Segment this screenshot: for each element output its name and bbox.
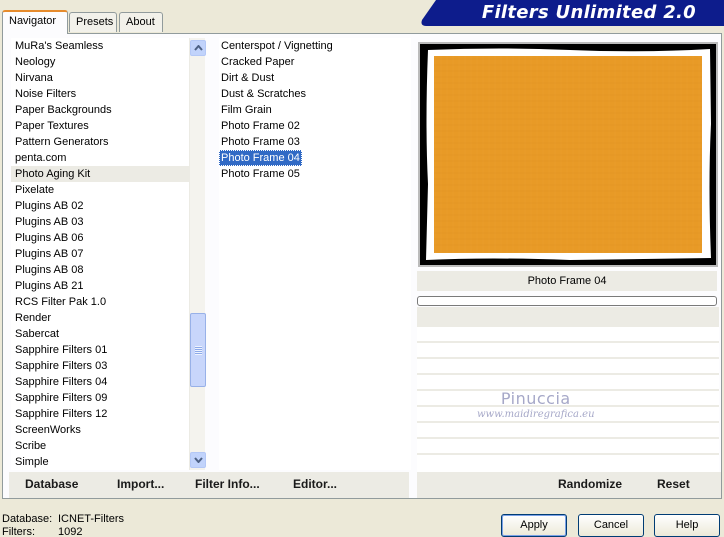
category-item[interactable]: Paper Textures [11,118,189,134]
category-item[interactable]: Render [11,310,189,326]
filter-item-label: Dust & Scratches [221,88,306,100]
filter-item[interactable]: Photo Frame 02 [219,118,411,134]
tab-presets[interactable]: Presets [69,12,117,32]
filters-count: 1092 [58,526,83,537]
category-scrollbar[interactable] [189,38,206,470]
category-item[interactable]: Sapphire Filters 12 [11,406,189,422]
category-item[interactable]: Plugins AB 21 [11,278,189,294]
apply-button[interactable]: Apply [501,514,567,537]
filter-item-label: Photo Frame 02 [221,120,300,132]
status-info: Database: ICNET-Filters Filters: 1092 [2,513,124,537]
category-item[interactable]: Plugins AB 03 [11,214,189,230]
param-row [417,359,719,375]
reset-button[interactable]: Reset [657,477,690,491]
progress-bar [417,296,717,306]
filter-item[interactable]: Centerspot / Vignetting [219,38,411,54]
header: Navigator Presets About Filters Unlimite… [0,0,724,34]
category-item[interactable]: Pattern Generators [11,134,189,150]
filter-item-label: Cracked Paper [221,56,295,68]
arrow-up-icon [193,45,203,51]
filter-item-label: Photo Frame 05 [221,168,300,180]
category-item[interactable]: Plugins AB 02 [11,198,189,214]
watermark-url: www.maidiregrafica.eu [477,409,595,420]
category-item[interactable]: Scribe [11,438,189,454]
filter-item[interactable]: Photo Frame 03 [219,134,411,150]
brand-banner: Filters Unlimited 2.0 [418,0,724,26]
watermark-name: Pinuccia [500,389,571,408]
category-item[interactable]: Sapphire Filters 01 [11,342,189,358]
filter-item-label: Dirt & Dust [221,72,275,84]
watermark: Pinuccia www.maidiregrafica.eu [477,389,595,420]
database-button[interactable]: Database [25,477,78,491]
category-item[interactable]: Nirvana [11,70,189,86]
filter-item[interactable]: Photo Frame 04 [219,150,411,166]
category-item[interactable]: Photo Aging Kit [11,166,189,182]
category-item[interactable]: Neology [11,54,189,70]
import-button[interactable]: Import... [117,477,164,491]
category-item[interactable]: Pixelate [11,182,189,198]
filter-item[interactable]: Dirt & Dust [219,70,411,86]
category-item[interactable]: RCS Filter Pak 1.0 [11,294,189,310]
param-row [417,439,719,455]
preview-image [418,42,718,267]
preview-label: Photo Frame 04 [417,271,717,291]
filter-item[interactable]: Photo Frame 05 [219,166,411,182]
filter-item-label: Film Grain [221,104,272,116]
help-button[interactable]: Help [654,514,720,537]
category-item[interactable]: Plugins AB 06 [11,230,189,246]
filters-key: Filters: [2,526,35,537]
category-item[interactable]: Plugins AB 08 [11,262,189,278]
filter-item[interactable]: Dust & Scratches [219,86,411,102]
category-item[interactable]: Sabercat [11,326,189,342]
toolbar-right: Randomize Reset [417,472,721,498]
scroll-grip [195,346,202,355]
param-row [417,327,719,343]
category-item[interactable]: Paper Backgrounds [11,102,189,118]
cancel-button[interactable]: Cancel [578,514,644,537]
category-list[interactable]: MuRa's Seamless Neology Nirvana Noise Filte… [11,38,189,470]
filter-info-button[interactable]: Filter Info... [195,477,260,491]
filter-item-label: Centerspot / Vignetting [221,40,333,52]
category-item[interactable]: Sapphire Filters 04 [11,374,189,390]
preview-canvas [420,44,716,265]
filter-item-label: Photo Frame 03 [221,136,300,148]
category-item[interactable]: MuRa's Seamless [11,38,189,54]
parameter-area: Pinuccia www.maidiregrafica.eu [417,307,719,473]
filter-item[interactable]: Film Grain [219,102,411,118]
category-item[interactable]: Plugins AB 07 [11,246,189,262]
toolbar-left: Database Import... Filter Info... Editor… [9,472,409,498]
tab-about[interactable]: About [119,12,163,32]
database-value: ICNET-Filters [58,513,124,525]
randomize-button[interactable]: Randomize [558,477,622,491]
arrow-down-icon [193,457,203,463]
category-item[interactable]: Simple [11,454,189,470]
param-row [417,423,719,439]
scroll-down-button[interactable] [190,452,206,468]
category-item[interactable]: Sapphire Filters 09 [11,390,189,406]
tab-navigator[interactable]: Navigator [2,10,68,34]
editor-button[interactable]: Editor... [293,477,337,491]
bottom-toolbar: Database Import... Filter Info... Editor… [9,472,721,498]
scroll-thumb[interactable] [190,313,206,387]
category-item[interactable]: ScreenWorks [11,422,189,438]
category-item[interactable]: Noise Filters [11,86,189,102]
filter-item-label: Photo Frame 04 [219,150,302,166]
filter-item[interactable]: Cracked Paper [219,54,411,70]
category-item[interactable]: Sapphire Filters 03 [11,358,189,374]
navigator-panel: MuRa's Seamless Neology Nirvana Noise Filte… [2,33,722,499]
scroll-up-button[interactable] [190,40,206,56]
filter-list[interactable]: Centerspot / Vignetting Cracked Paper Dirt… [219,38,411,470]
app-title: Filters Unlimited 2.0 [481,2,696,23]
database-key: Database: [2,513,53,525]
param-row [417,343,719,359]
param-row [417,307,719,327]
category-item[interactable]: penta.com [11,150,189,166]
